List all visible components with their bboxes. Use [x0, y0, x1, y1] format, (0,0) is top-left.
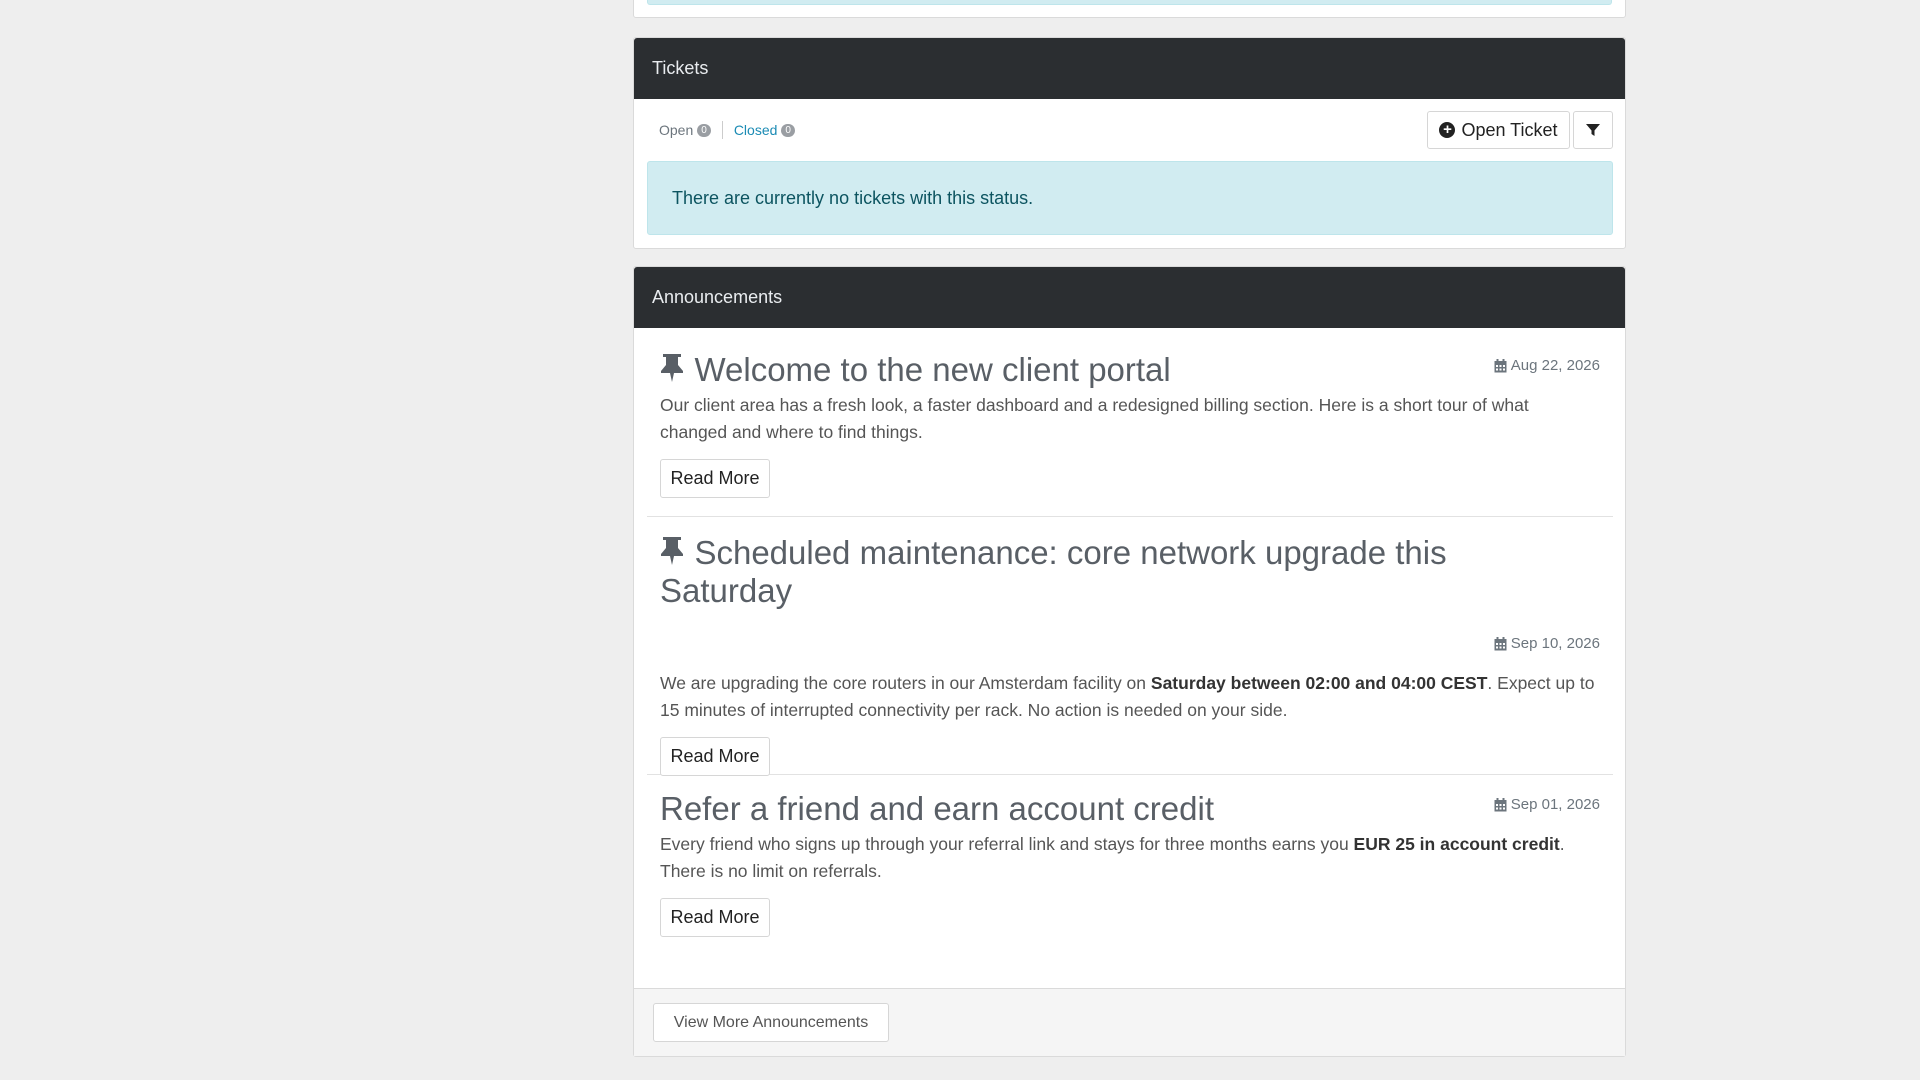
calendar-icon [1494, 358, 1507, 372]
announcements-header: Announcements [634, 267, 1625, 328]
filter-button[interactable] [1573, 111, 1613, 149]
announcement-text-bold: EUR 25 in account credit [1353, 834, 1560, 854]
announcement-date-text: Aug 22, 2026 [1510, 357, 1600, 374]
announcement-heading: Scheduled maintenance: core network upgr… [660, 534, 1600, 610]
announcement-text-start: We are upgrading the core routers in our… [660, 673, 1151, 693]
tickets-title: Tickets [652, 58, 709, 78]
announcement-item: Refer a friend and earn account credit S… [647, 775, 1613, 965]
tab-open-label: Open [659, 122, 694, 138]
tab-open[interactable]: Open 0 [659, 122, 711, 138]
calendar-icon [1494, 797, 1507, 811]
announcements-title: Announcements [652, 287, 783, 307]
open-ticket-label: Open Ticket [1461, 119, 1558, 140]
tab-closed-count: 0 [781, 123, 795, 137]
announcement-text: We are upgrading the core routers in our… [660, 670, 1600, 724]
read-more-button[interactable]: Read More [660, 459, 770, 498]
announcement-heading: Refer a friend and earn account credit [660, 790, 1214, 828]
view-more-announcements-button[interactable]: View More Announcements [653, 1003, 889, 1042]
announcement-text-bold: Saturday between 02:00 and 04:00 CEST [1150, 673, 1488, 693]
announcements-footer: View More Announcements [634, 988, 1625, 1056]
announcement-item: Scheduled maintenance: core network upgr… [647, 517, 1613, 776]
thumbtack-icon [661, 537, 683, 565]
previous-panel-alert [647, 0, 1612, 5]
tickets-panel: Tickets Open 0 Closed 0 + Open Ticket Th… [633, 37, 1626, 249]
tab-closed-label: Closed [733, 122, 778, 138]
announcement-item: Welcome to the new client portal Aug 22,… [647, 328, 1613, 517]
announcement-date: Sep 10, 2026 [1494, 635, 1600, 652]
plus-circle-icon: + [1439, 122, 1456, 138]
announcement-text: Every friend who signs up through your r… [660, 831, 1600, 885]
ticket-status-tabs: Open 0 Closed 0 [659, 121, 795, 139]
calendar-icon [1494, 636, 1507, 650]
announcement-title[interactable]: Refer a friend and earn account credit [660, 790, 1214, 827]
announcement-title[interactable]: Scheduled maintenance: core network upgr… [660, 534, 1447, 609]
announcements-panel: Announcements Welcome to the new client … [633, 266, 1626, 1057]
filter-icon [1586, 124, 1600, 136]
read-more-button[interactable]: Read More [660, 898, 770, 937]
tickets-body: Open 0 Closed 0 + Open Ticket There are … [634, 99, 1625, 249]
announcement-title-line2: Saturday [660, 572, 793, 609]
tab-closed[interactable]: Closed 0 [734, 122, 795, 138]
no-tickets-alert: There are currently no tickets with this… [647, 161, 1613, 235]
read-more-button[interactable]: Read More [660, 737, 770, 776]
announcement-title[interactable]: Welcome to the new client portal [694, 351, 1170, 388]
previous-panel [633, 0, 1626, 18]
announcement-text-start: Every friend who signs up through your r… [660, 834, 1354, 854]
announcement-date-text: Sep 01, 2026 [1510, 796, 1600, 813]
announcement-date-text: Sep 10, 2026 [1510, 635, 1600, 652]
tab-open-count: 0 [697, 123, 711, 137]
no-tickets-message: There are currently no tickets with this… [672, 187, 1034, 208]
announcement-date: Aug 22, 2026 [1494, 357, 1600, 374]
announcement-title-line1: Scheduled maintenance: core network upgr… [694, 534, 1447, 571]
announcement-date: Sep 01, 2026 [1494, 796, 1600, 813]
announcement-heading: Welcome to the new client portal [660, 351, 1171, 389]
announcement-text: Our client area has a fresh look, a fast… [660, 395, 1529, 442]
tab-divider [721, 121, 723, 139]
open-ticket-button[interactable]: + Open Ticket [1427, 111, 1570, 149]
tickets-header: Tickets [634, 38, 1625, 99]
thumbtack-icon [661, 354, 683, 382]
